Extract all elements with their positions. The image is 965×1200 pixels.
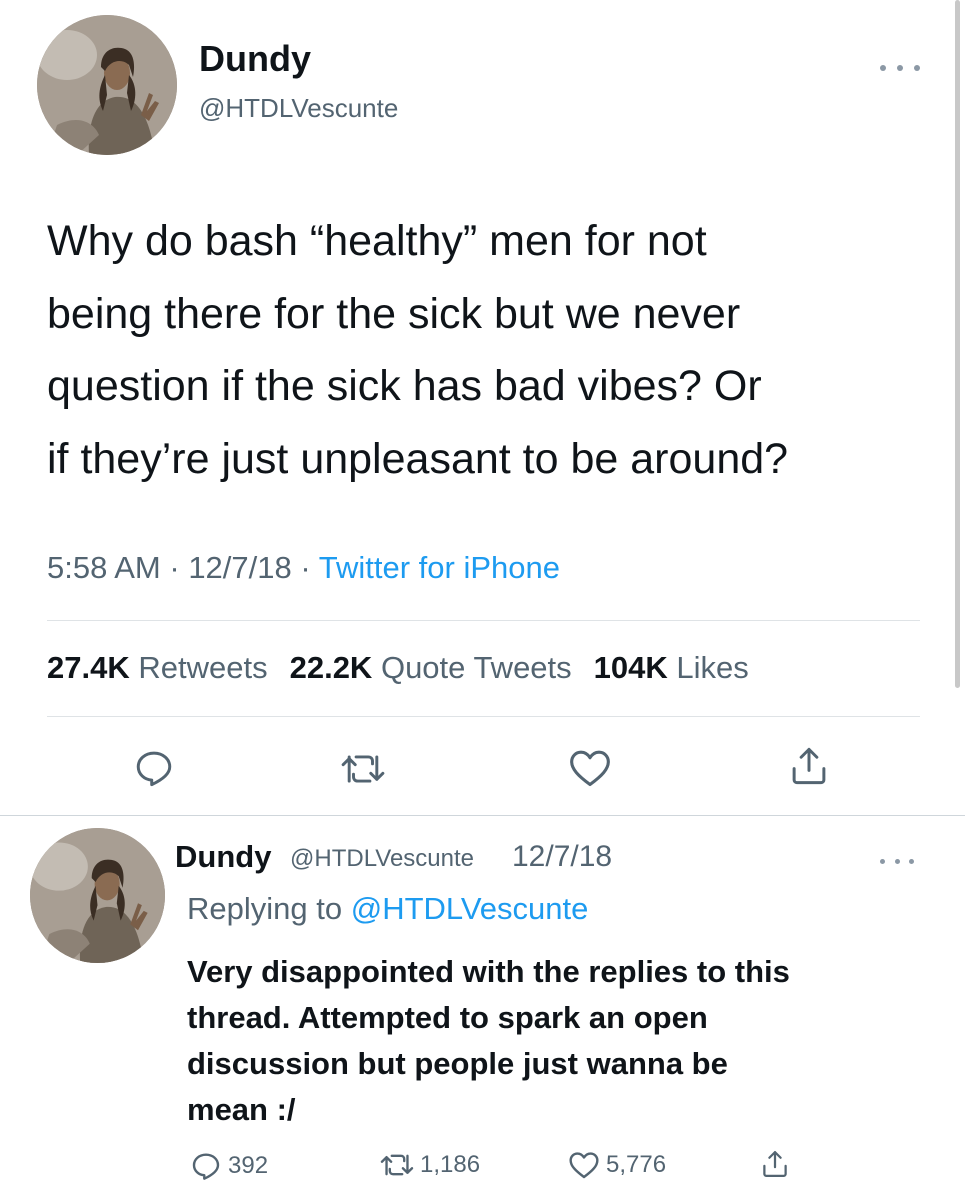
profile-photo-icon	[37, 15, 177, 155]
retweet-button[interactable]	[340, 750, 386, 788]
retweet-icon	[380, 1154, 414, 1176]
reply-author-avatar[interactable]	[30, 828, 165, 963]
tweet-text: Why do bash “healthy” men for not being …	[47, 217, 789, 483]
author-handle[interactable]: @HTDLVescunte	[199, 93, 398, 124]
profile-photo-icon	[30, 828, 165, 963]
main-tweet: Dundy @HTDLVescunte Why do bash “healthy…	[0, 0, 965, 815]
share-button[interactable]	[788, 744, 830, 788]
retweets-count: 27.4K	[47, 650, 130, 685]
like-button[interactable]	[568, 747, 612, 789]
replying-prefix: Replying to	[187, 891, 351, 926]
author-display-name[interactable]: Dundy	[199, 38, 311, 80]
tweet-date[interactable]: 12/7/18	[188, 550, 291, 585]
reply-share-button[interactable]	[760, 1148, 790, 1180]
meta-separator: ·	[291, 550, 319, 585]
quotes-stat[interactable]: 22.2K Quote Tweets	[290, 650, 572, 685]
author-avatar[interactable]	[37, 15, 177, 155]
tweet-source[interactable]: Twitter for iPhone	[319, 550, 560, 585]
quotes-label: Quote Tweets	[380, 650, 572, 685]
like-icon	[569, 1152, 599, 1179]
likes-stat[interactable]: 104K Likes	[594, 650, 749, 685]
retweets-label: Retweets	[138, 650, 268, 685]
tweet-metadata: 5:58 AM · 12/7/18 · Twitter for iPhone	[47, 550, 560, 586]
quotes-count: 22.2K	[289, 650, 373, 685]
more-options-icon[interactable]	[880, 62, 920, 74]
reply-author-display-name[interactable]: Dundy	[175, 839, 271, 875]
meta-separator: ·	[160, 550, 189, 585]
reply-text: Very disappointed with the replies to th…	[187, 954, 790, 1127]
likes-label: Likes	[676, 650, 749, 685]
share-icon	[792, 747, 826, 785]
tweet-stats: 27.4K Retweets 22.2K Quote Tweets 104K Lik…	[47, 650, 749, 686]
reply-retweet-button[interactable]: 1,186	[380, 1150, 480, 1180]
retweet-icon	[341, 755, 385, 783]
reply-icon	[136, 751, 172, 787]
like-count: 5,776	[606, 1151, 667, 1178]
replying-to: Replying to @HTDLVescunte	[187, 891, 588, 927]
divider	[47, 716, 920, 717]
replying-mention[interactable]: @HTDLVescunte	[351, 891, 589, 926]
retweets-stat[interactable]: 27.4K Retweets	[47, 650, 268, 685]
more-options-icon[interactable]	[880, 855, 914, 867]
scrollbar[interactable]	[955, 0, 960, 688]
reply-button[interactable]	[133, 747, 175, 789]
share-icon	[763, 1151, 787, 1177]
reply-icon	[192, 1153, 220, 1180]
reply-count: 392	[228, 1152, 269, 1179]
tweet-separator	[0, 815, 965, 816]
reply-reply-button[interactable]: 392	[190, 1150, 268, 1182]
retweet-count: 1,186	[420, 1151, 481, 1178]
reply-author-handle[interactable]: @HTDLVescunte	[290, 845, 474, 873]
likes-count: 104K	[593, 650, 668, 685]
reply-like-button[interactable]: 5,776	[568, 1150, 666, 1180]
reply-date[interactable]: 12/7/18	[512, 840, 612, 874]
like-icon	[570, 750, 610, 787]
divider	[47, 620, 920, 621]
tweet-time: 5:58 AM	[47, 550, 161, 585]
